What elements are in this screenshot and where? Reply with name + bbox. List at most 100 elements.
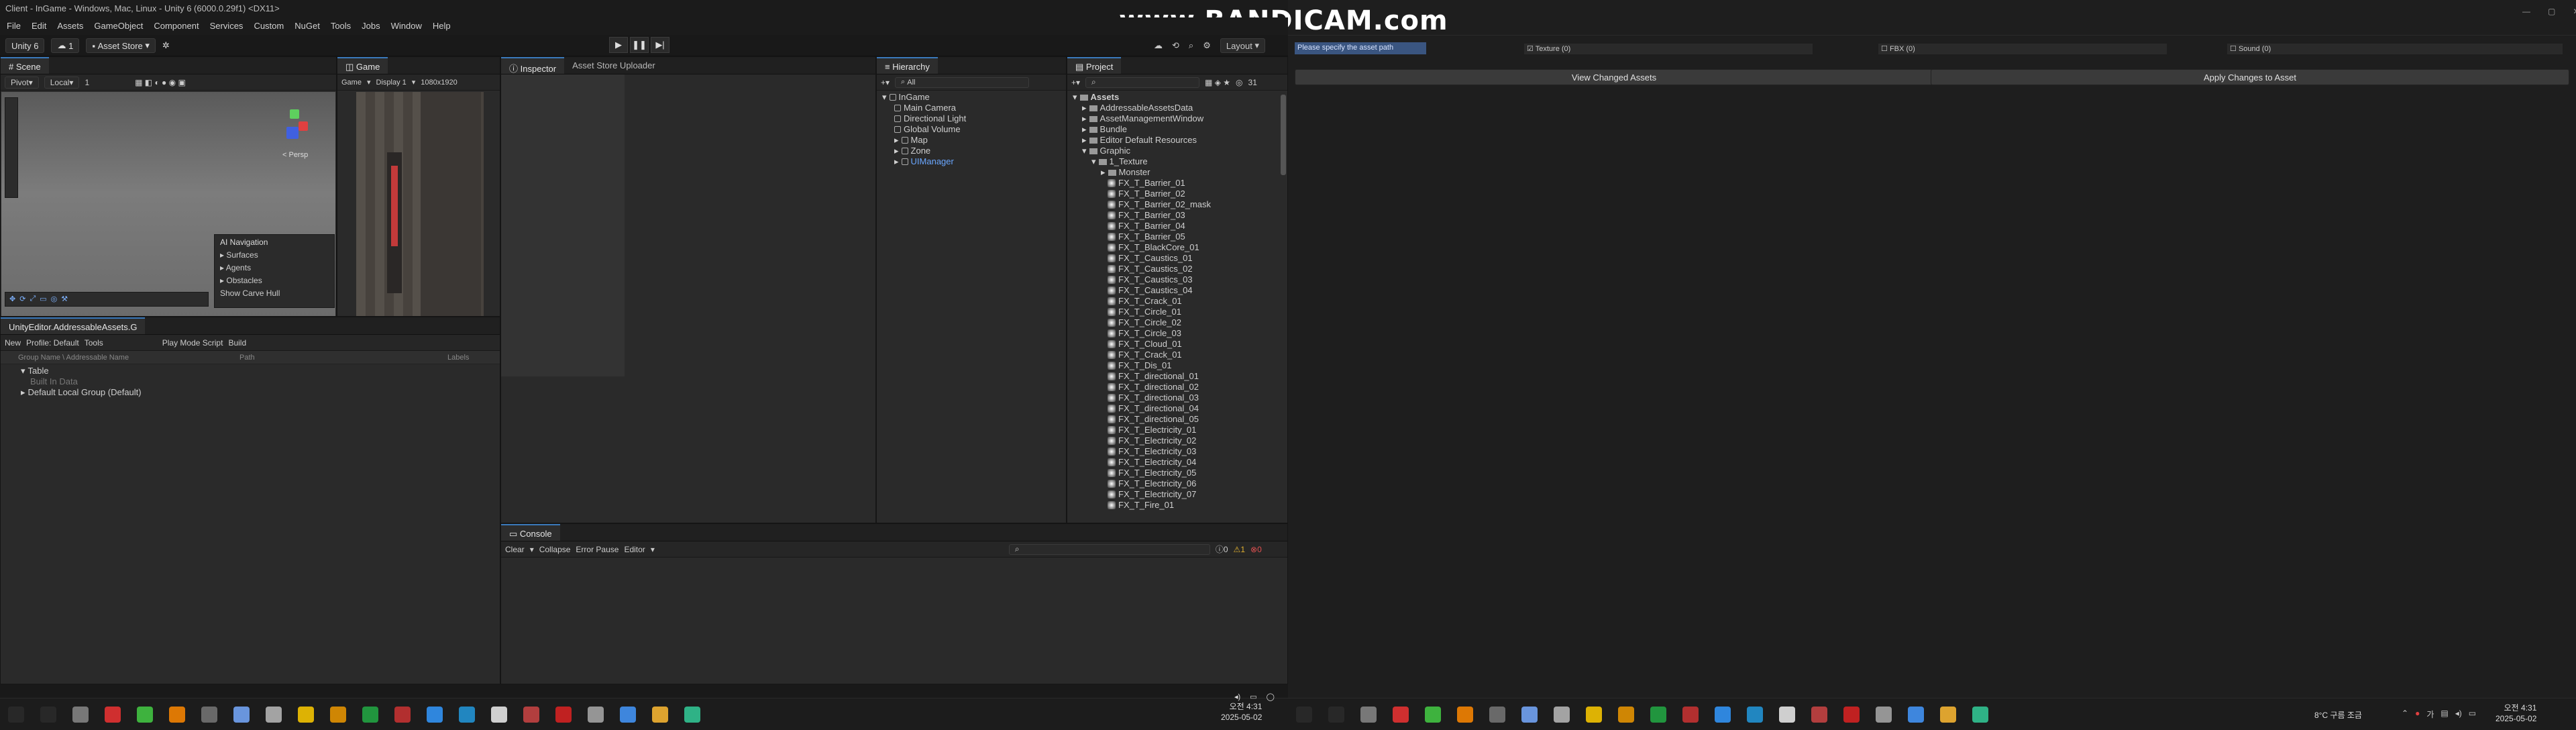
project-file[interactable]: FX_T_directional_03	[1073, 393, 1282, 403]
taskbar-app-icon[interactable]	[1425, 707, 1441, 723]
layout-dropdown[interactable]: Layout ▾	[1220, 38, 1266, 53]
project-folder[interactable]: ▾ Assets	[1073, 92, 1282, 103]
close-icon[interactable]: ✕	[2573, 7, 2576, 16]
tab-addressables[interactable]: UnityEditor.AddressableAssets.G	[1, 317, 146, 334]
taskbar-app-icon[interactable]	[201, 707, 217, 723]
project-file[interactable]: FX_T_Caustics_03	[1073, 274, 1282, 285]
taskbar-clock-left[interactable]: ◂) ▭ ◯ 오전 4:31 2025-05-02	[1221, 693, 1275, 723]
menu-item[interactable]: Component	[154, 21, 199, 32]
editor-dropdown[interactable]: Editor	[624, 545, 645, 554]
project-file[interactable]: FX_T_Fire_01	[1073, 500, 1282, 511]
project-folder[interactable]: ▸ Monster	[1073, 167, 1282, 178]
hierarchy-item[interactable]: Global Volume	[882, 124, 1061, 135]
taskbar-app-icon[interactable]	[1521, 707, 1538, 723]
taskbar-app-icon[interactable]	[1489, 707, 1505, 723]
minimize-icon[interactable]: —	[2522, 7, 2530, 16]
ai-nav-item[interactable]: ▸ Agents	[220, 263, 329, 272]
fbx-toggle[interactable]: ☐ FBX (0)	[1878, 44, 2167, 54]
project-file[interactable]: FX_T_Electricity_07	[1073, 489, 1282, 500]
project-file[interactable]: FX_T_Barrier_03	[1073, 210, 1282, 221]
project-folder[interactable]: ▾ 1_Texture	[1073, 156, 1282, 167]
settings-icon[interactable]: ✲	[162, 40, 170, 51]
scene-toggles[interactable]: ▦ ◧ ◐ ● ◉ ▣	[135, 78, 186, 87]
taskbar-app-icon[interactable]	[588, 707, 604, 723]
project-file[interactable]: FX_T_Caustics_02	[1073, 264, 1282, 274]
build-dropdown[interactable]: Build	[228, 338, 246, 348]
project-folder[interactable]: ▸ AddressableAssetsData	[1073, 103, 1282, 113]
asset-store-button[interactable]: ▪ Asset Store ▾	[86, 38, 156, 53]
col-group-name[interactable]: Group Name \ Addressable Name	[18, 354, 239, 362]
pause-button[interactable]: ❚❚	[630, 37, 649, 53]
add-icon[interactable]: +▾	[1071, 78, 1080, 87]
taskbar-app-icon[interactable]	[233, 707, 250, 723]
taskbar-app-icon[interactable]	[1779, 707, 1795, 723]
menu-item[interactable]: Window	[391, 21, 422, 32]
project-file[interactable]: FX_T_Electricity_02	[1073, 435, 1282, 446]
taskbar-app-icon[interactable]	[620, 707, 636, 723]
taskbar-app-icon[interactable]	[8, 707, 24, 723]
project-file[interactable]: FX_T_Cloud_01	[1073, 339, 1282, 350]
apply-changes-button[interactable]: Apply Changes to Asset	[1931, 69, 2569, 85]
taskbar-app-icon[interactable]	[1328, 707, 1344, 723]
tools-dropdown[interactable]: Tools	[85, 338, 103, 348]
taskbar-app-icon[interactable]	[1586, 707, 1602, 723]
collapse-toggle[interactable]: Collapse	[539, 545, 571, 554]
taskbar-weather[interactable]: 8°C 구름 조금	[2314, 709, 2362, 721]
taskbar-app-icon[interactable]	[1554, 707, 1570, 723]
project-folder[interactable]: ▸ Bundle	[1073, 124, 1282, 135]
tab-inspector[interactable]: ⓘ Inspector	[501, 57, 565, 74]
project-file[interactable]: FX_T_Crack_01	[1073, 296, 1282, 307]
taskbar-app-icon[interactable]	[266, 707, 282, 723]
project-file[interactable]: FX_T_Electricity_05	[1073, 468, 1282, 478]
taskbar-app-icon[interactable]	[1972, 707, 1988, 723]
history-icon[interactable]: ⟲	[1172, 40, 1179, 51]
grid-snap-value[interactable]: 1	[85, 78, 89, 87]
tray-icons[interactable]: ◂) ▭ ◯	[1234, 692, 1275, 702]
taskbar-app-icon[interactable]	[1843, 707, 1860, 723]
project-file[interactable]: FX_T_Circle_02	[1073, 317, 1282, 328]
menu-item[interactable]: Tools	[331, 21, 351, 32]
project-folder[interactable]: ▸ AssetManagementWindow	[1073, 113, 1282, 124]
menu-item[interactable]: Help	[433, 21, 451, 32]
col-path[interactable]: Path	[239, 354, 447, 362]
project-file[interactable]: FX_T_Electricity_03	[1073, 446, 1282, 457]
menu-item[interactable]: Edit	[32, 21, 46, 32]
menu-item[interactable]: NuGet	[294, 21, 320, 32]
tab-hierarchy[interactable]: ≡ Hierarchy	[877, 57, 938, 74]
eye-icon[interactable]: ◎	[1236, 78, 1242, 87]
taskbar-app-icon[interactable]	[1747, 707, 1763, 723]
taskbar-app-icon[interactable]	[684, 707, 700, 723]
taskbar-app-icon[interactable]	[1876, 707, 1892, 723]
clear-button[interactable]: Clear	[505, 545, 525, 554]
taskbar-app-icon[interactable]	[137, 707, 153, 723]
warn-count[interactable]: ⚠1	[1234, 545, 1245, 554]
console-search[interactable]: ⌕	[1008, 543, 1210, 555]
taskbar-app-icon[interactable]	[1650, 707, 1666, 723]
hierarchy-item[interactable]: Directional Light	[882, 113, 1061, 124]
taskbar-app-icon[interactable]	[1360, 707, 1377, 723]
project-file[interactable]: FX_T_directional_02	[1073, 382, 1282, 393]
hierarchy-item[interactable]: ▾ InGame	[882, 92, 1061, 103]
taskbar-app-icon[interactable]	[298, 707, 314, 723]
taskbar-app-icon[interactable]	[1811, 707, 1827, 723]
project-folder[interactable]: ▾ Graphic	[1073, 146, 1282, 156]
resolution-dropdown[interactable]: 1080x1920	[421, 79, 457, 87]
scene-gizmo[interactable]	[273, 104, 320, 151]
taskbar-app-icon[interactable]	[1457, 707, 1473, 723]
persp-label[interactable]: < Persp	[282, 151, 308, 159]
taskbar-app-icon[interactable]	[1618, 707, 1634, 723]
tree-row[interactable]: ▸ Default Local Group (Default)	[21, 387, 480, 398]
project-file[interactable]: FX_T_Electricity_06	[1073, 478, 1282, 489]
hierarchy-item[interactable]: ▸ Zone	[882, 146, 1061, 156]
tab-scene[interactable]: # Scene	[1, 57, 49, 74]
hierarchy-item[interactable]: Main Camera	[882, 103, 1061, 113]
taskbar-app-icon[interactable]	[652, 707, 668, 723]
taskbar-app-icon[interactable]	[1940, 707, 1956, 723]
play-mode-script-dropdown[interactable]: Play Mode Script	[162, 338, 223, 348]
tray-icons[interactable]: ⌃ ● 가 ▤ ◂) ▭	[2402, 709, 2476, 720]
project-file[interactable]: FX_T_Crack_01	[1073, 350, 1282, 360]
project-file[interactable]: FX_T_BlackCore_01	[1073, 242, 1282, 253]
hierarchy-search[interactable]: ⌕ All	[895, 76, 1030, 88]
gear-icon[interactable]: ⚙	[1203, 40, 1211, 51]
hierarchy-item[interactable]: ▸ UIManager	[882, 156, 1061, 167]
